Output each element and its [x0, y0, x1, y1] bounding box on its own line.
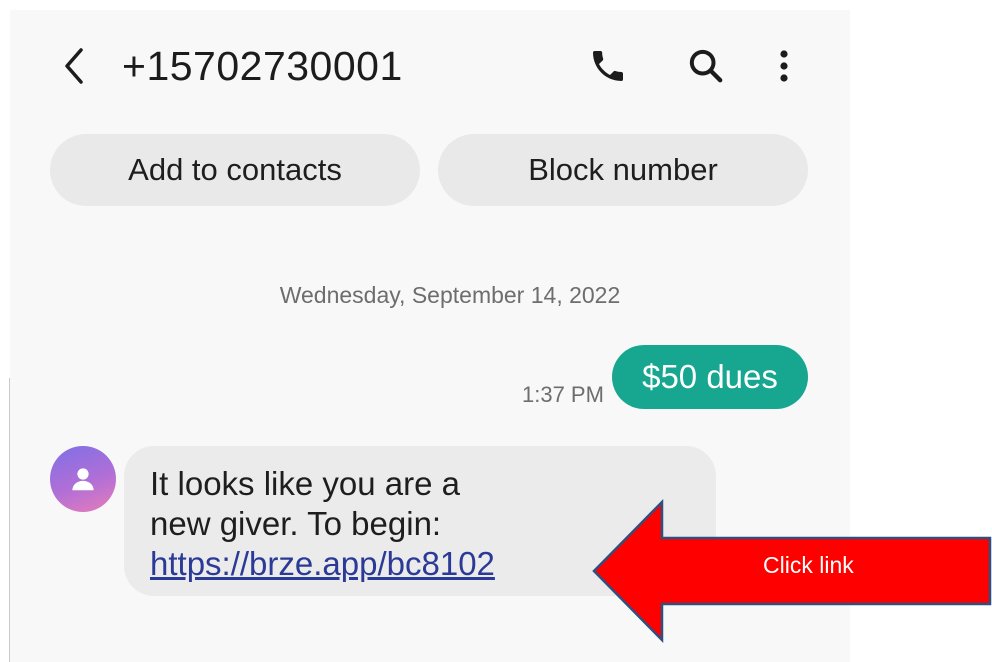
phone-icon — [593, 51, 623, 81]
block-number-button[interactable]: Block number — [438, 134, 808, 206]
chevron-left-icon — [65, 48, 83, 84]
received-message-line-1: It looks like you are a — [150, 465, 460, 502]
search-button[interactable] — [682, 42, 730, 90]
search-icon — [689, 49, 723, 83]
contact-avatar[interactable] — [50, 446, 116, 512]
more-vertical-icon — [780, 50, 788, 82]
conversation-header: +15702730001 — [10, 10, 850, 120]
person-icon — [72, 468, 94, 491]
click-link-label: Click link — [763, 552, 854, 578]
sent-message-bubble[interactable]: $50 dues — [612, 345, 808, 409]
call-button[interactable] — [584, 42, 632, 90]
conversation-date: Wednesday, September 14, 2022 — [279, 282, 621, 308]
received-message-line-2: new giver. To begin: — [150, 505, 442, 542]
edge-divider — [9, 378, 10, 662]
sent-message-time: 1:37 PM — [522, 382, 604, 407]
more-options-button[interactable] — [760, 42, 808, 90]
message-link[interactable]: https://brze.app/bc8102 — [150, 544, 570, 584]
contact-phone-number: +15702730001 — [122, 43, 403, 89]
back-button[interactable] — [50, 42, 98, 90]
add-to-contacts-button[interactable]: Add to contacts — [50, 134, 420, 206]
received-message-text: It looks like you are a new giver. To be… — [150, 464, 570, 584]
